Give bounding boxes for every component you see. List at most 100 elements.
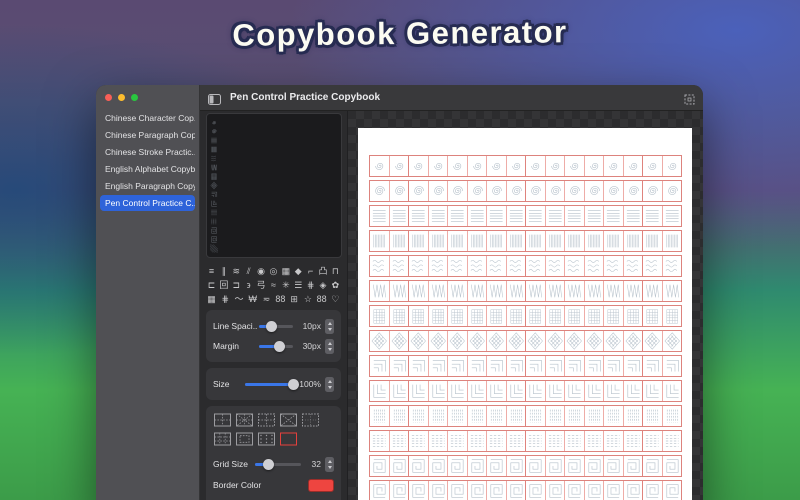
pattern-button[interactable]: ☆: [302, 293, 313, 305]
grid-size-stepper[interactable]: [325, 456, 334, 472]
grid-style-cross[interactable]: [257, 412, 276, 428]
practice-cell: [388, 381, 409, 401]
practice-cell: [505, 256, 526, 276]
pattern-button[interactable]: ▦: [280, 265, 291, 277]
pattern-button[interactable]: ◎: [268, 265, 279, 277]
sidebar-item[interactable]: Chinese Character Cop...: [100, 110, 195, 126]
practice-cell: [388, 306, 409, 326]
line-spacing-stepper[interactable]: [325, 318, 334, 334]
pattern-button[interactable]: ϶: [243, 279, 254, 291]
border-color-swatch[interactable]: [308, 478, 334, 492]
practice-cell: [427, 381, 448, 401]
practice-cell: [583, 181, 604, 201]
practice-cell: [447, 456, 467, 476]
grid-size-slider[interactable]: [255, 458, 301, 470]
margin-slider[interactable]: [259, 340, 293, 352]
pattern-button[interactable]: ◆: [293, 265, 304, 277]
pattern-button[interactable]: ⌐: [305, 265, 316, 277]
grid-style-x[interactable]: [279, 412, 298, 428]
minimize-button[interactable]: [118, 94, 125, 101]
pattern-button[interactable]: ♡: [330, 293, 341, 305]
practice-cell: [370, 256, 389, 276]
grid-style-field[interactable]: [213, 412, 232, 428]
practice-cell: [642, 306, 662, 326]
practice-cell: [544, 406, 565, 426]
practice-cell: [583, 331, 604, 351]
pattern-button[interactable]: ◈: [318, 279, 329, 291]
practice-cell: [544, 456, 565, 476]
pattern-button[interactable]: ≈: [268, 279, 279, 291]
pattern-button[interactable]: ≡: [206, 265, 217, 277]
line-spacing-slider[interactable]: [259, 320, 293, 332]
size-thumb[interactable]: [287, 378, 299, 390]
sidebar-item[interactable]: Chinese Paragraph Cop...: [100, 127, 195, 143]
practice-cell: [408, 181, 428, 201]
pattern-button[interactable]: ⋕: [220, 293, 231, 305]
pattern-button[interactable]: 弓: [256, 279, 267, 291]
practice-cell: [408, 481, 428, 500]
pattern-button[interactable]: 88: [316, 293, 327, 305]
practice-cell: [622, 206, 643, 226]
pattern-button[interactable]: 凸: [318, 265, 329, 277]
pattern-button[interactable]: 回: [218, 279, 229, 291]
sidebar-item[interactable]: Pen Control Practice C...: [100, 195, 195, 211]
practice-cell: [505, 231, 526, 251]
pattern-button[interactable]: ⊐: [231, 279, 242, 291]
sidebar-item[interactable]: English Paragraph Copy...: [100, 178, 195, 194]
sidebar-toggle-icon[interactable]: [208, 92, 221, 105]
practice-cell: [466, 356, 487, 376]
pattern-button[interactable]: ≋: [231, 265, 242, 277]
size-stepper[interactable]: [325, 376, 334, 392]
size-slider[interactable]: [245, 378, 299, 390]
practice-cell: [622, 281, 643, 301]
practice-cell: [642, 456, 662, 476]
grid-style-blank[interactable]: [279, 431, 298, 447]
practice-cell: [544, 356, 565, 376]
practice-cell: [427, 406, 448, 426]
practice-cell: [564, 156, 584, 176]
grid-style-nine[interactable]: [213, 431, 232, 447]
close-button[interactable]: [105, 94, 112, 101]
pattern-button[interactable]: ⊞: [289, 293, 300, 305]
practice-row: [369, 155, 682, 177]
grid-style-dots[interactable]: [257, 431, 276, 447]
pattern-button[interactable]: ₩: [247, 293, 258, 305]
practice-cell: [661, 181, 682, 201]
sidebar-item[interactable]: Chinese Stroke Practic...: [100, 144, 195, 160]
pattern-button[interactable]: ◉: [256, 265, 267, 277]
grid-style-dotted[interactable]: [301, 412, 320, 428]
practice-cell: [466, 331, 487, 351]
grid-size-thumb[interactable]: [263, 458, 275, 470]
margin-stepper[interactable]: [325, 338, 334, 354]
practice-cell: [388, 206, 409, 226]
document-area[interactable]: [348, 111, 703, 500]
pattern-button[interactable]: ✳: [280, 279, 291, 291]
sidebar-item[interactable]: English Alphabet Copyb...: [100, 161, 195, 177]
practice-cell: [505, 331, 526, 351]
practice-cell: [466, 206, 487, 226]
border-grid-icon[interactable]: [684, 92, 695, 105]
pattern-button[interactable]: ⊓: [330, 265, 341, 277]
zoom-button[interactable]: [131, 94, 138, 101]
pattern-button[interactable]: ⫽: [243, 265, 254, 277]
practice-cell: [486, 456, 506, 476]
practice-cell: [408, 381, 428, 401]
pattern-button[interactable]: ∥: [218, 265, 229, 277]
pattern-button[interactable]: ≂: [261, 293, 272, 305]
pattern-button[interactable]: ⊏: [206, 279, 217, 291]
pattern-button[interactable]: ⋕: [305, 279, 316, 291]
pattern-button[interactable]: ☰: [293, 279, 304, 291]
line-spacing-thumb[interactable]: [265, 320, 277, 332]
pattern-button[interactable]: 88: [275, 293, 286, 305]
pattern-button[interactable]: 〜: [234, 293, 245, 305]
margin-thumb[interactable]: [273, 340, 285, 352]
pattern-button[interactable]: ▦: [206, 293, 217, 305]
practice-cell: [622, 481, 643, 500]
line-spacing-value: 10px: [302, 321, 321, 331]
grid-style-double[interactable]: [235, 431, 254, 447]
practice-cell: [564, 206, 584, 226]
grid-card: Grid Size 32 Border Color Line Color: [206, 406, 341, 500]
practice-cell: [370, 381, 389, 401]
pattern-button[interactable]: ✿: [330, 279, 341, 291]
grid-style-mi[interactable]: [235, 412, 254, 428]
